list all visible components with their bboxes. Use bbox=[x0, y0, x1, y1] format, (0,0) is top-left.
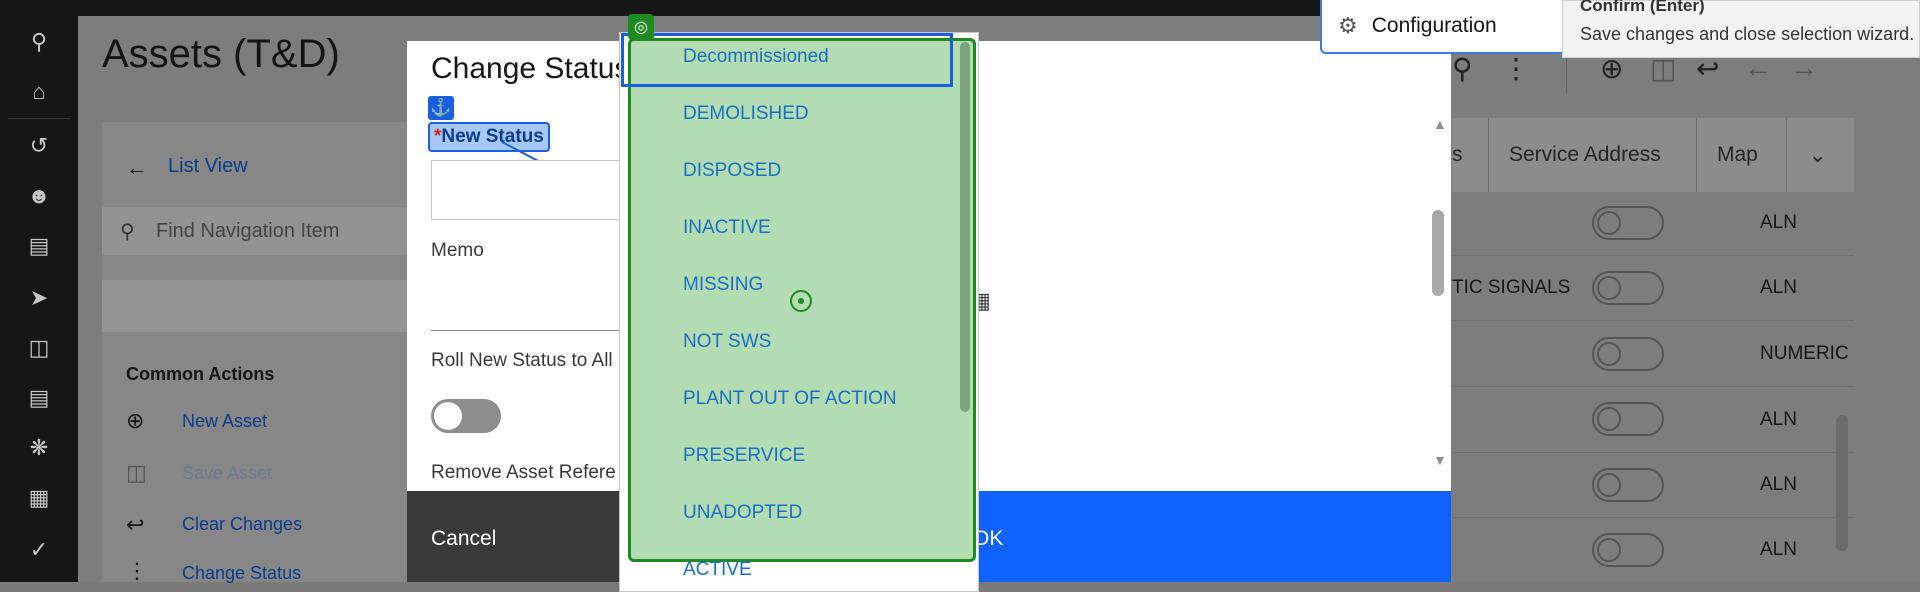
table-cell: TIC SIGNALS bbox=[1452, 277, 1571, 298]
table-cell: ALN bbox=[1760, 212, 1797, 233]
list-view-link[interactable]: List View bbox=[168, 155, 248, 178]
configuration-button[interactable]: ⚙ Configuration bbox=[1320, 0, 1566, 54]
option-demolished[interactable]: DEMOLISHED bbox=[683, 103, 809, 125]
more-vertical-icon[interactable]: ⋮ bbox=[1502, 52, 1530, 85]
column-header-service-address[interactable]: Service Address bbox=[1488, 118, 1696, 192]
option-active[interactable]: ACTIVE bbox=[683, 559, 752, 581]
ok-button[interactable]: OK bbox=[927, 491, 1451, 582]
table-cell: NUMERIC bbox=[1760, 343, 1849, 364]
new-asset-action[interactable]: New Asset bbox=[182, 411, 267, 432]
table-row-toggle[interactable] bbox=[1592, 206, 1664, 240]
gear-icon: ⚙ bbox=[1338, 13, 1358, 38]
clear-changes-action[interactable]: Clear Changes bbox=[182, 514, 302, 535]
page-title: Assets (T&D) bbox=[102, 32, 340, 76]
table-scrollbar[interactable] bbox=[1836, 415, 1848, 551]
search-icon[interactable]: ⚲ bbox=[21, 24, 57, 60]
clipboard-icon[interactable]: ▤ bbox=[21, 380, 57, 416]
search-icon: ⚲ bbox=[120, 221, 135, 243]
table-cell: ALN bbox=[1760, 277, 1797, 298]
row-divider bbox=[1452, 255, 1854, 256]
selected-nav-row bbox=[102, 280, 412, 332]
new-status-field[interactable] bbox=[431, 160, 631, 220]
remove-asset-reference-label: Remove Asset Refere bbox=[431, 462, 616, 483]
save-asset-action[interactable]: Save Asset bbox=[182, 463, 272, 484]
toolbar-divider bbox=[1566, 54, 1567, 94]
memo-label: Memo bbox=[431, 240, 484, 261]
column-header-map[interactable]: Map bbox=[1696, 118, 1786, 192]
table-cell: ALN bbox=[1760, 539, 1797, 560]
anchor-icon: ⚓ bbox=[428, 96, 454, 120]
confirm-tooltip-description: Save changes and close selection wizard. bbox=[1580, 24, 1915, 44]
table-cell: ALN bbox=[1760, 409, 1797, 430]
table-row-toggle[interactable] bbox=[1592, 271, 1664, 305]
table-row-toggle[interactable] bbox=[1592, 402, 1664, 436]
row-divider bbox=[1452, 320, 1854, 321]
table-row-toggle[interactable] bbox=[1592, 533, 1664, 567]
option-plant-out-of-action[interactable]: PLANT OUT OF ACTION bbox=[683, 388, 897, 410]
column-menu-chevron-icon[interactable]: ⌄ bbox=[1786, 118, 1854, 192]
status-icon: ⋮ bbox=[126, 558, 148, 583]
user-icon[interactable]: ☻ bbox=[21, 178, 57, 214]
undo-icon: ↩ bbox=[126, 512, 145, 537]
save-icon: ◫ bbox=[126, 460, 147, 485]
change-status-action[interactable]: Change Status bbox=[182, 563, 301, 584]
search-placeholder: Find Navigation Item bbox=[156, 220, 340, 242]
row-divider bbox=[1452, 517, 1854, 518]
row-divider bbox=[1452, 386, 1854, 387]
home-icon[interactable]: ⌂ bbox=[21, 74, 57, 110]
confirm-tooltip-title: Confirm (Enter) bbox=[1580, 0, 1705, 15]
dropdown-scrollbar[interactable] bbox=[960, 42, 970, 412]
target-icon: ◎ bbox=[628, 14, 654, 40]
configuration-label: Configuration bbox=[1371, 14, 1497, 37]
table-cell: ALN bbox=[1760, 474, 1797, 495]
memo-field[interactable] bbox=[431, 330, 631, 331]
rocket-icon[interactable]: ➤ bbox=[21, 280, 57, 316]
option-not-sws[interactable]: NOT SWS bbox=[683, 331, 771, 353]
nav-divider bbox=[8, 118, 70, 119]
dialog-title: Change Status bbox=[431, 52, 630, 85]
table-row-toggle[interactable] bbox=[1592, 337, 1664, 371]
network-icon[interactable]: ❋ bbox=[21, 430, 57, 466]
roll-status-label: Roll New Status to All bbox=[431, 350, 613, 371]
chart-icon[interactable]: ▤ bbox=[21, 228, 57, 264]
option-inactive[interactable]: INACTIVE bbox=[683, 217, 771, 239]
option-unadopted[interactable]: UNADOPTED bbox=[683, 502, 802, 524]
cursor-crosshair-icon bbox=[790, 290, 812, 312]
find-navigation-search[interactable]: ⚲ Find Navigation Item bbox=[102, 207, 412, 255]
history-icon[interactable]: ↺ bbox=[21, 128, 57, 164]
option-decommissioned[interactable]: Decommissioned bbox=[683, 46, 829, 68]
common-actions-heading: Common Actions bbox=[126, 364, 275, 384]
row-divider bbox=[1452, 452, 1854, 453]
asset-icon[interactable]: ◫ bbox=[21, 330, 57, 366]
table-row-toggle[interactable] bbox=[1592, 468, 1664, 502]
roll-status-toggle[interactable] bbox=[431, 399, 501, 433]
option-preservice[interactable]: PRESERVICE bbox=[683, 445, 805, 467]
add-circle-icon: ⊕ bbox=[126, 408, 145, 433]
navigation-panel bbox=[102, 122, 412, 582]
option-disposed[interactable]: DISPOSED bbox=[683, 160, 781, 182]
scroll-down-arrow-icon[interactable]: ▼ bbox=[1433, 452, 1447, 468]
arrow-left-icon[interactable]: ← bbox=[126, 155, 148, 181]
column-header[interactable]: s bbox=[1452, 118, 1488, 192]
calendar-icon[interactable]: ▦ bbox=[21, 480, 57, 516]
option-missing[interactable]: MISSING bbox=[683, 274, 763, 296]
shield-icon[interactable]: ✓ bbox=[21, 532, 57, 568]
dialog-scrollbar[interactable] bbox=[1432, 210, 1444, 296]
left-navigation: ⚲ ⌂ ↺ ☻ ▤ ➤ ◫ ▤ ❋ ▦ ✓ bbox=[0, 0, 78, 582]
scroll-up-arrow-icon[interactable]: ▲ bbox=[1433, 116, 1447, 132]
search-icon[interactable]: ⚲ bbox=[1452, 52, 1473, 85]
